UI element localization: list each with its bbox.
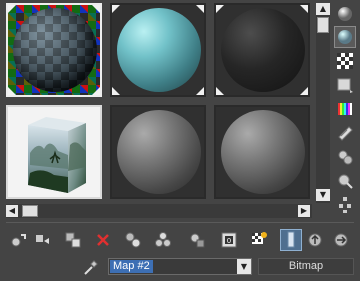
scroll-right-arrow-icon[interactable]: ▶ [298,205,310,217]
sample-slot-5[interactable] [110,105,206,199]
in-scene-corner-marker [8,87,16,95]
material-preview-sphere [221,110,305,194]
copy-material-icon[interactable] [122,229,144,251]
show-map-in-viewport-icon[interactable] [248,229,270,251]
pick-material-from-object-icon[interactable] [82,258,102,276]
make-unique-icon[interactable] [152,229,174,251]
in-scene-corner-marker [196,87,204,95]
backlight-icon[interactable] [334,26,356,48]
material-map-navigator-icon[interactable] [334,194,356,216]
go-to-parent-icon[interactable] [304,229,326,251]
in-scene-corner-marker [300,5,308,13]
horizontal-scroll-thumb[interactable] [22,205,38,217]
assign-to-selection-icon[interactable] [62,229,84,251]
in-scene-corner-marker [112,5,120,13]
in-scene-corner-marker [216,87,224,95]
sample-slot-3[interactable] [214,3,310,97]
sample-slots-grid [6,3,312,203]
put-to-library-icon[interactable] [186,229,208,251]
video-color-check-icon[interactable] [334,98,356,120]
material-id-channel-icon[interactable]: 0 [218,229,240,251]
sample-slot-4[interactable] [6,105,102,199]
in-scene-corner-marker [92,87,100,95]
toolbar-divider [6,222,354,223]
make-preview-icon[interactable] [334,122,356,144]
map-type-button[interactable]: Bitmap [258,258,354,275]
select-by-material-icon[interactable] [334,170,356,192]
sample-slot-6[interactable] [214,105,310,199]
in-scene-corner-marker [8,5,16,13]
scroll-up-arrow-icon[interactable]: ▲ [316,3,330,15]
svg-text:0: 0 [227,237,231,245]
options-icon[interactable] [334,146,356,168]
sample-slot-1[interactable] [6,3,102,97]
sample-slot-2[interactable] [110,3,206,97]
scroll-down-arrow-icon[interactable]: ▼ [316,189,330,201]
material-preview-sphere [117,8,201,92]
put-to-scene-icon[interactable] [32,229,54,251]
get-material-icon[interactable] [8,229,30,251]
background-checker-icon[interactable] [334,50,356,72]
map-name-dropdown[interactable]: Map #2 ▼ [108,258,252,275]
vertical-scroll-thumb[interactable] [317,17,329,33]
show-end-result-icon[interactable] [280,229,302,251]
delete-icon[interactable] [92,229,114,251]
in-scene-corner-marker [300,87,308,95]
material-preview-sphere [117,110,201,194]
map-name-value[interactable]: Map #2 [110,260,153,273]
sample-uv-tiling-icon[interactable] [334,74,356,96]
slots-vertical-scrollbar[interactable]: ▲ ▼ [316,3,330,203]
material-preview-sphere [221,8,305,92]
in-scene-corner-marker [196,5,204,13]
bitmap-cube-preview [28,117,86,193]
sample-type-sphere-icon[interactable] [334,3,356,25]
slots-horizontal-scrollbar[interactable]: ◀ ▶ [6,204,312,218]
in-scene-corner-marker [92,5,100,13]
scroll-left-arrow-icon[interactable]: ◀ [6,205,18,217]
go-forward-to-sibling-icon[interactable] [330,229,352,251]
dropdown-arrow-icon[interactable]: ▼ [237,259,251,274]
material-preview-sphere [13,8,97,92]
in-scene-corner-marker [112,87,120,95]
in-scene-corner-marker [216,5,224,13]
